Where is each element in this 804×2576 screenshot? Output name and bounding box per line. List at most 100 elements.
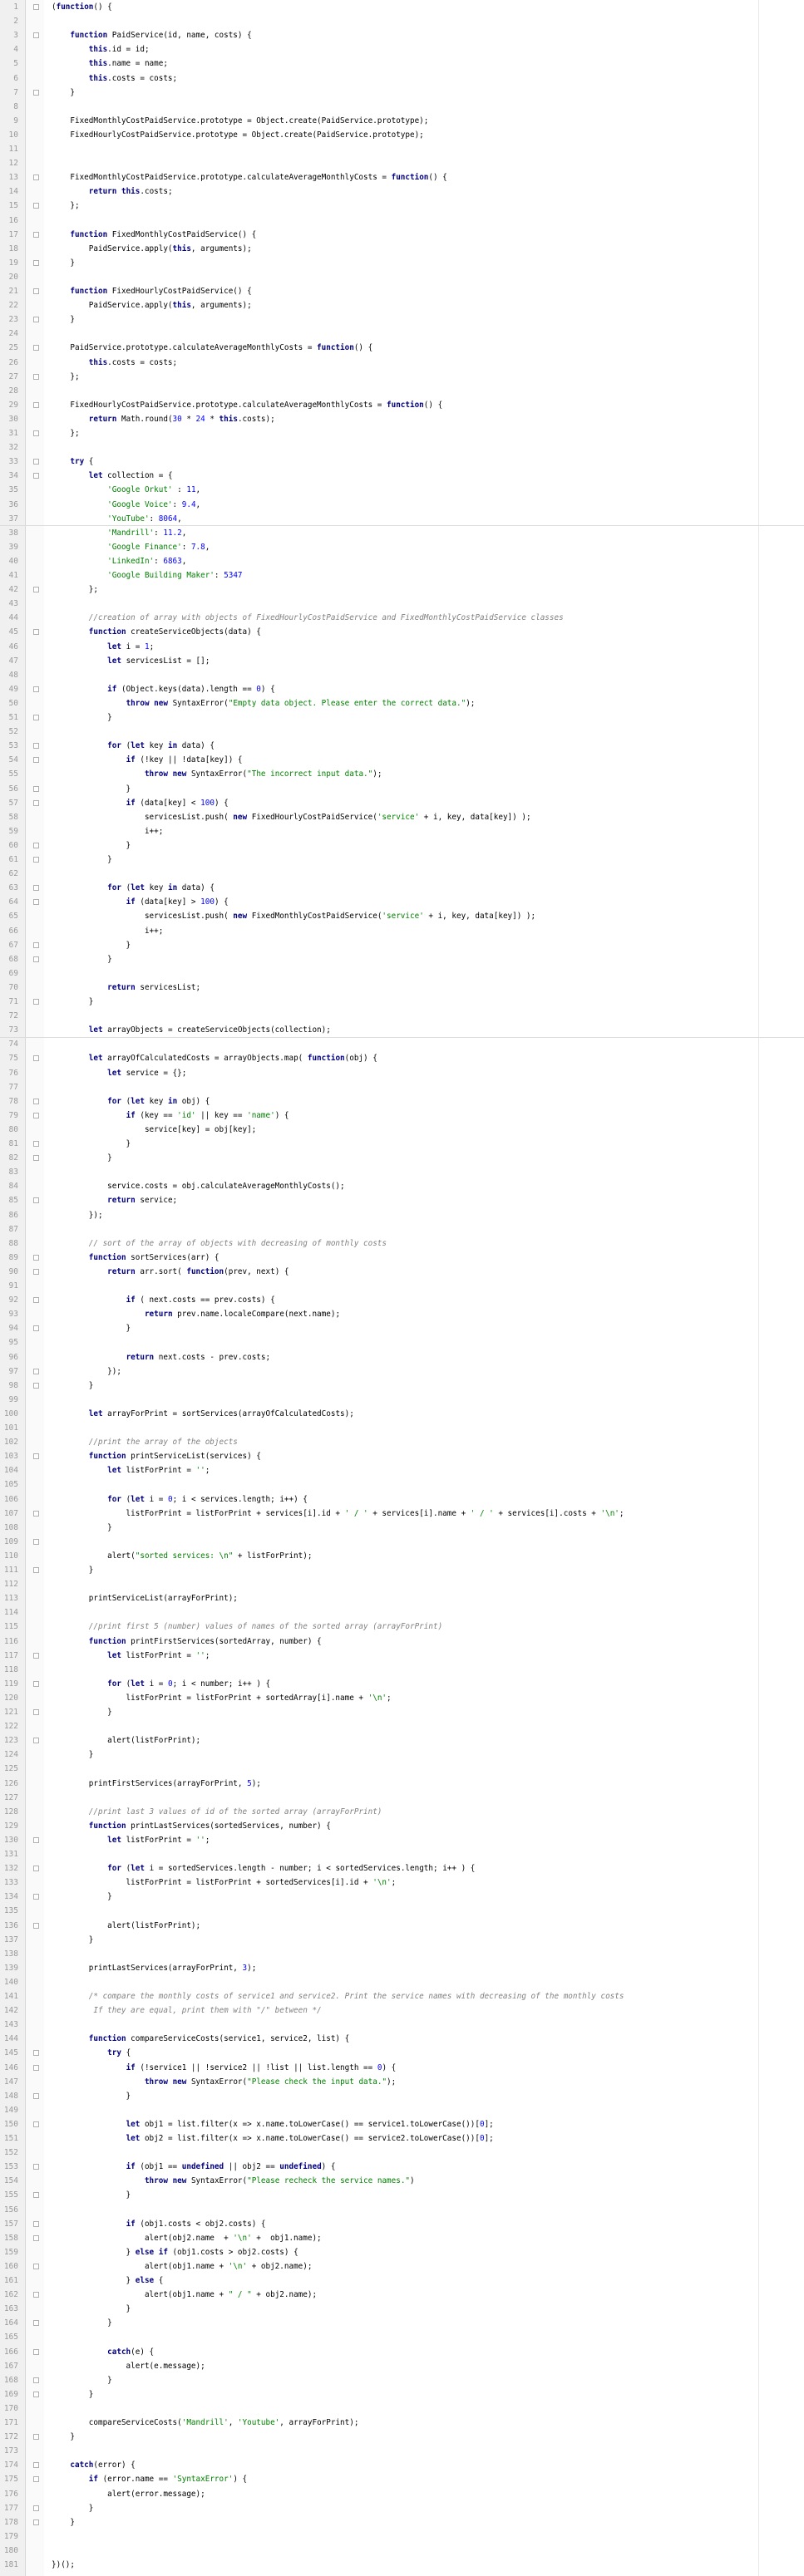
code-line[interactable]: 1 (function() { [0, 0, 804, 14]
code-line[interactable]: 7 } [0, 86, 804, 100]
code-line[interactable]: 5 this.name = name; [0, 57, 804, 71]
fold-marker-icon[interactable] [33, 2391, 39, 2397]
fold-marker-icon[interactable] [33, 2476, 39, 2483]
code-line[interactable]: 93 return prev.name.localeCompare(next.n… [0, 1307, 804, 1321]
code-line[interactable]: 25 PaidService.prototype.calculateAverag… [0, 341, 804, 355]
fold-marker-icon[interactable] [33, 2519, 39, 2525]
code-line[interactable]: 137 } [0, 1933, 804, 1947]
code-line[interactable]: 41 'Google Building Maker': 5347 [0, 568, 804, 583]
code-line[interactable]: 111 } [0, 1563, 804, 1577]
code-line[interactable]: 54 if (!key || !data[key]) { [0, 753, 804, 767]
code-line[interactable]: 61 } [0, 853, 804, 867]
fold-marker-icon[interactable] [33, 1866, 39, 1872]
code-line[interactable]: 139 printLastServices(arrayForPrint, 3); [0, 1961, 804, 1975]
code-line[interactable]: 40 'LinkedIn': 6863, [0, 554, 804, 568]
code-line[interactable]: 116 function printFirstServices(sortedAr… [0, 1635, 804, 1649]
code-line[interactable]: 85 return service; [0, 1193, 804, 1207]
code-line[interactable]: 173 [0, 2444, 804, 2458]
code-line[interactable]: 175 if (error.name == 'SyntaxError') { [0, 2472, 804, 2486]
code-line[interactable]: 140 [0, 1975, 804, 1989]
code-line[interactable]: 171 compareServiceCosts('Mandrill', 'You… [0, 2416, 804, 2430]
fold-marker-icon[interactable] [33, 2462, 39, 2469]
fold-marker-icon[interactable] [33, 2234, 39, 2241]
code-line[interactable]: 177 } [0, 2501, 804, 2515]
code-line[interactable]: 154 throw new SyntaxError("Please rechec… [0, 2174, 804, 2188]
code-line[interactable]: 87 [0, 1222, 804, 1236]
code-line[interactable]: 104 let listForPrint = ''; [0, 1463, 804, 1477]
code-line[interactable]: 119 for (let i = 0; i < number; i++ ) { [0, 1677, 804, 1691]
code-line[interactable]: 32 [0, 440, 804, 455]
code-line[interactable]: 51 } [0, 710, 804, 725]
fold-marker-icon[interactable] [33, 1098, 39, 1104]
code-line[interactable]: 75 let arrayOfCalculatedCosts = arrayObj… [0, 1051, 804, 1065]
code-line[interactable]: 89 function sortServices(arr) { [0, 1251, 804, 1265]
code-line[interactable]: 83 [0, 1165, 804, 1179]
fold-marker-icon[interactable] [33, 2050, 39, 2057]
code-line[interactable]: 129 function printLastServices(sortedSer… [0, 1819, 804, 1833]
code-line[interactable]: 132 for (let i = sortedServices.length -… [0, 1861, 804, 1875]
fold-marker-icon[interactable] [33, 2164, 39, 2170]
code-line[interactable]: 63 for (let key in data) { [0, 881, 804, 895]
code-line[interactable]: 79 if (key == 'id' || key == 'name') { [0, 1109, 804, 1123]
fold-marker-icon[interactable] [33, 1297, 39, 1304]
code-line[interactable]: 141 /* compare the monthly costs of serv… [0, 1989, 804, 2003]
code-line[interactable]: 135 [0, 1904, 804, 1918]
code-line[interactable]: 26 this.costs = costs; [0, 356, 804, 370]
code-line[interactable]: 16 [0, 214, 804, 228]
fold-marker-icon[interactable] [33, 2292, 39, 2298]
code-line[interactable]: 9 FixedMonthlyCostPaidService.prototype … [0, 114, 804, 128]
code-line[interactable]: 130 let listForPrint = ''; [0, 1833, 804, 1847]
code-line[interactable]: 133 listForPrint = listForPrint + sorted… [0, 1875, 804, 1890]
fold-marker-icon[interactable] [33, 686, 39, 692]
code-line[interactable]: 36 'Google Voice': 9.4, [0, 498, 804, 512]
code-line[interactable]: 19 } [0, 256, 804, 270]
code-line[interactable]: 113 printServiceList(arrayForPrint); [0, 1591, 804, 1605]
code-line[interactable]: 13 FixedMonthlyCostPaidService.prototype… [0, 170, 804, 184]
code-line[interactable]: 161 } else { [0, 2274, 804, 2288]
code-line[interactable]: 31 }; [0, 426, 804, 440]
code-line[interactable]: 27 }; [0, 370, 804, 384]
code-line[interactable]: 74 [0, 1037, 804, 1051]
code-line[interactable]: 123 alert(listForPrint); [0, 1733, 804, 1748]
code-line[interactable]: 180 [0, 2544, 804, 2558]
code-line[interactable]: 21 function FixedHourlyCostPaidService()… [0, 284, 804, 298]
fold-marker-icon[interactable] [33, 2192, 39, 2199]
code-line[interactable]: 60 } [0, 838, 804, 853]
code-line[interactable]: 20 [0, 270, 804, 284]
code-line[interactable]: 142 If they are equal, print them with "… [0, 2003, 804, 2018]
code-line[interactable]: 86 }); [0, 1208, 804, 1222]
code-line[interactable]: 49 if (Object.keys(data).length == 0) { [0, 682, 804, 696]
code-line[interactable]: 149 [0, 2103, 804, 2117]
code-line[interactable]: 159 } else if (obj1.costs > obj2.costs) … [0, 2245, 804, 2259]
fold-marker-icon[interactable] [33, 799, 39, 806]
fold-marker-icon[interactable] [33, 259, 39, 266]
fold-marker-icon[interactable] [33, 1368, 39, 1374]
fold-marker-icon[interactable] [33, 1709, 39, 1715]
code-line[interactable]: 50 throw new SyntaxError("Empty data obj… [0, 696, 804, 710]
code-line[interactable]: 143 [0, 2018, 804, 2032]
code-line[interactable]: 169 } [0, 2387, 804, 2401]
code-line[interactable]: 11 [0, 142, 804, 156]
fold-marker-icon[interactable] [33, 2220, 39, 2227]
code-line[interactable]: 103 function printServiceList(services) … [0, 1449, 804, 1463]
fold-marker-icon[interactable] [33, 1141, 39, 1147]
code-line[interactable]: 131 [0, 1847, 804, 1861]
code-line[interactable]: 101 [0, 1421, 804, 1435]
code-line[interactable]: 46 let i = 1; [0, 640, 804, 654]
code-line[interactable]: 99 [0, 1393, 804, 1407]
code-line[interactable]: 55 throw new SyntaxError("The incorrect … [0, 767, 804, 781]
code-line[interactable]: 155 } [0, 2188, 804, 2202]
fold-marker-icon[interactable] [33, 1894, 39, 1900]
code-line[interactable]: 151 let obj2 = list.filter(x => x.name.t… [0, 2131, 804, 2146]
code-line[interactable]: 15 }; [0, 199, 804, 213]
code-line[interactable]: 70 return servicesList; [0, 981, 804, 995]
code-line[interactable]: 69 [0, 966, 804, 981]
fold-marker-icon[interactable] [33, 899, 39, 906]
fold-marker-icon[interactable] [33, 1254, 39, 1261]
fold-marker-icon[interactable] [33, 2121, 39, 2127]
code-line[interactable]: 43 [0, 597, 804, 611]
code-line[interactable]: 38 'Mandrill': 11.2, [0, 526, 804, 540]
code-line[interactable]: 136 alert(listForPrint); [0, 1919, 804, 1933]
code-line[interactable]: 22 PaidService.apply(this, arguments); [0, 298, 804, 312]
fold-marker-icon[interactable] [33, 587, 39, 593]
